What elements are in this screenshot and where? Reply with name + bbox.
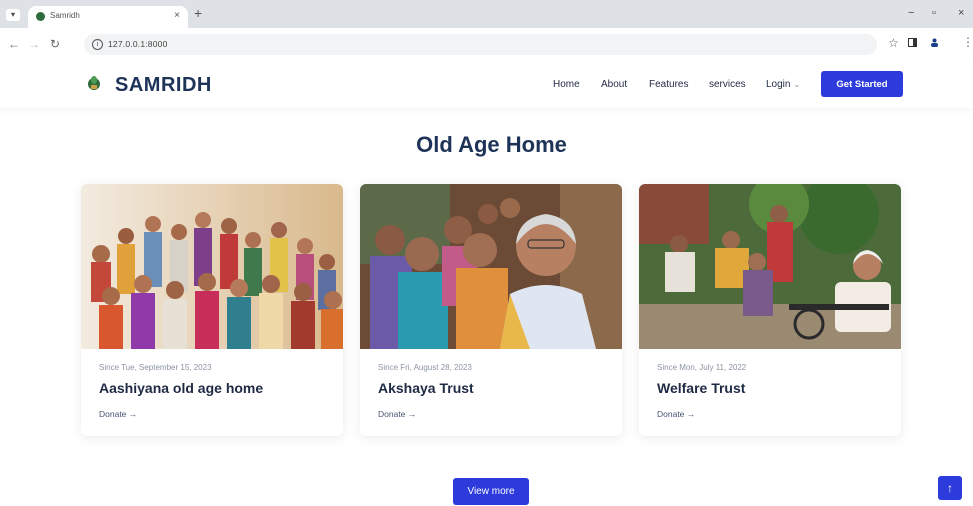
card-since-date: Since Fri, August 28, 2023	[378, 363, 472, 372]
browser-tab[interactable]: Samridh ×	[28, 6, 188, 28]
bookmark-star-icon[interactable]: ☆	[888, 36, 899, 50]
maximize-icon[interactable]: ▫	[932, 7, 936, 19]
home-card: Since Fri, August 28, 2023 Akshaya Trust…	[360, 184, 622, 436]
nav-services[interactable]: services	[709, 79, 746, 90]
tab-search-icon[interactable]: ▾	[6, 9, 20, 21]
nav-about[interactable]: About	[601, 79, 627, 90]
scroll-top-button[interactable]: ↑	[938, 476, 962, 500]
profile-icon[interactable]	[930, 38, 939, 47]
tab-close-icon[interactable]: ×	[174, 10, 180, 21]
nav-login[interactable]: Login ⌄	[766, 79, 800, 90]
donate-link[interactable]: Donate →	[99, 409, 137, 419]
nav-home[interactable]: Home	[553, 79, 580, 90]
card-title[interactable]: Akshaya Trust	[378, 380, 474, 396]
nav-login-label: Login	[766, 79, 791, 90]
home-card: Since Mon, July 11, 2022 Welfare Trust D…	[639, 184, 901, 436]
chevron-down-icon: ⌄	[793, 80, 801, 89]
donate-link[interactable]: Donate →	[378, 409, 416, 419]
side-panel-icon[interactable]	[908, 38, 917, 47]
card-since-date: Since Mon, July 11, 2022	[657, 363, 747, 372]
reload-icon[interactable]: ↻	[50, 37, 60, 51]
card-image-women[interactable]	[360, 184, 622, 349]
view-more-button[interactable]: View more	[453, 478, 529, 505]
back-icon[interactable]: ←	[8, 37, 20, 51]
site-header: SAMRIDH Home About Features services Log…	[0, 62, 973, 108]
card-title[interactable]: Aashiyana old age home	[99, 380, 263, 396]
browser-toolbar: ← → ↻ i 127.0.0.1:8000 ☆ ⋮	[0, 28, 973, 63]
new-tab-icon[interactable]: +	[194, 6, 202, 20]
donate-link[interactable]: Donate →	[657, 409, 695, 419]
card-since-date: Since Tue, September 15, 2023	[99, 363, 212, 372]
favicon-icon	[36, 12, 45, 21]
close-window-icon[interactable]: ×	[958, 7, 964, 19]
url-text[interactable]: 127.0.0.1:8000	[108, 39, 168, 49]
get-started-button[interactable]: Get Started	[821, 71, 903, 97]
browser-tab-bar: ▾ Samridh × + − ▫ ×	[0, 0, 973, 28]
logo-icon	[88, 76, 100, 90]
address-bar[interactable]: i 127.0.0.1:8000	[84, 34, 877, 55]
page-title: Old Age Home	[416, 132, 567, 157]
browser-menu-icon[interactable]: ⋮	[962, 35, 973, 49]
minimize-icon[interactable]: −	[908, 7, 914, 19]
forward-icon[interactable]: →	[28, 37, 40, 51]
card-title[interactable]: Welfare Trust	[657, 380, 745, 396]
site-info-icon[interactable]: i	[92, 39, 103, 50]
card-image-garden[interactable]	[639, 184, 901, 349]
nav-features[interactable]: Features	[649, 79, 688, 90]
card-image-crowd[interactable]	[81, 184, 343, 349]
tab-title: Samridh	[50, 11, 80, 20]
brand-name[interactable]: SAMRIDH	[115, 74, 212, 97]
home-card: Since Tue, September 15, 2023 Aashiyana …	[81, 184, 343, 436]
